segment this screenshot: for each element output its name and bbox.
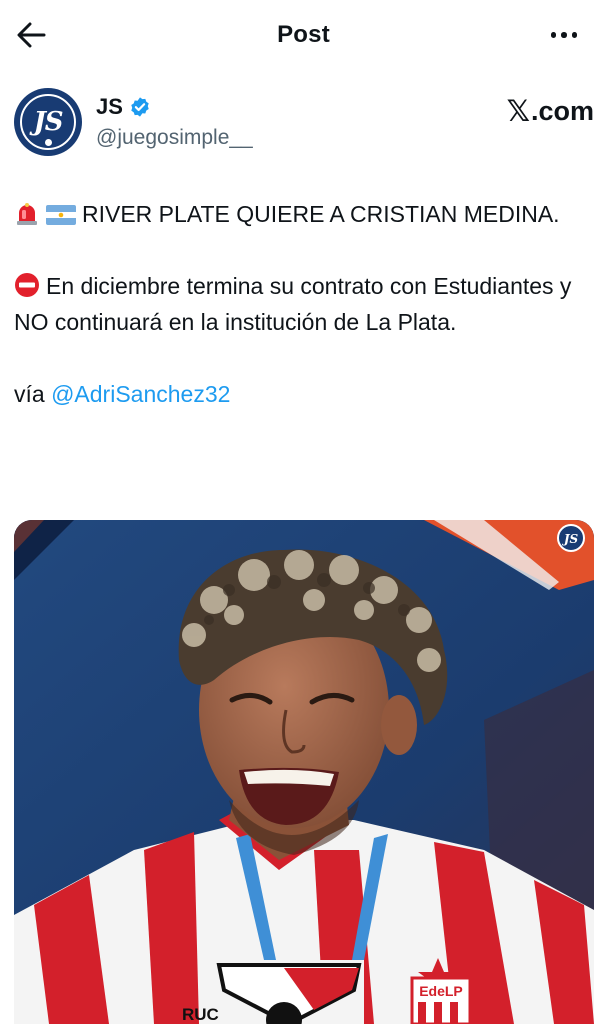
post-text: RIVER PLATE QUIERE A CRISTIAN MEDINA. En… [14,196,594,412]
top-bar: Post [0,0,607,70]
x-logo-icon: 𝕏 [506,96,530,128]
author-handle[interactable]: @juegosimple__ [96,126,253,150]
back-button[interactable] [14,20,48,50]
verified-badge-icon [131,97,149,117]
crest-text: EdeLP [419,983,463,999]
page-title: Post [277,21,330,48]
post-line-2: En diciembre termina su contrato con Est… [14,268,594,340]
more-options-button[interactable] [547,26,581,44]
via-label: vía [14,381,52,407]
author-name-link[interactable]: JS [96,94,151,120]
post-line-1-text: RIVER PLATE QUIERE A CRISTIAN MEDINA. [82,201,560,227]
mention-link[interactable]: @AdriSanchez32 [51,381,230,407]
source-label: .com [530,96,594,126]
soccer-ball-icon [44,138,53,147]
post-line-1: RIVER PLATE QUIERE A CRISTIAN MEDINA. [14,196,594,232]
jersey-brand-text: RUC [182,1005,219,1024]
more-horizontal-icon [550,32,557,38]
source-watermark: 𝕏 .com [507,94,594,129]
post-line-2-text: En diciembre termina su contrato con Est… [14,273,572,335]
post-author: JS JS @juegosimple__ 𝕏 .com [14,86,594,158]
arrow-left-icon [17,22,46,48]
rotating-light-icon [17,203,37,225]
no-entry-icon [15,273,39,297]
argentina-flag-icon [46,205,76,225]
avatar[interactable]: JS [14,88,82,156]
post-via: vía @AdriSanchez32 [14,376,594,412]
author-name: JS [96,94,123,119]
post-image[interactable]: RUC EdeLP JS [14,520,594,1024]
image-watermark: JS [562,532,579,546]
avatar-logo-text: JS [33,107,63,137]
